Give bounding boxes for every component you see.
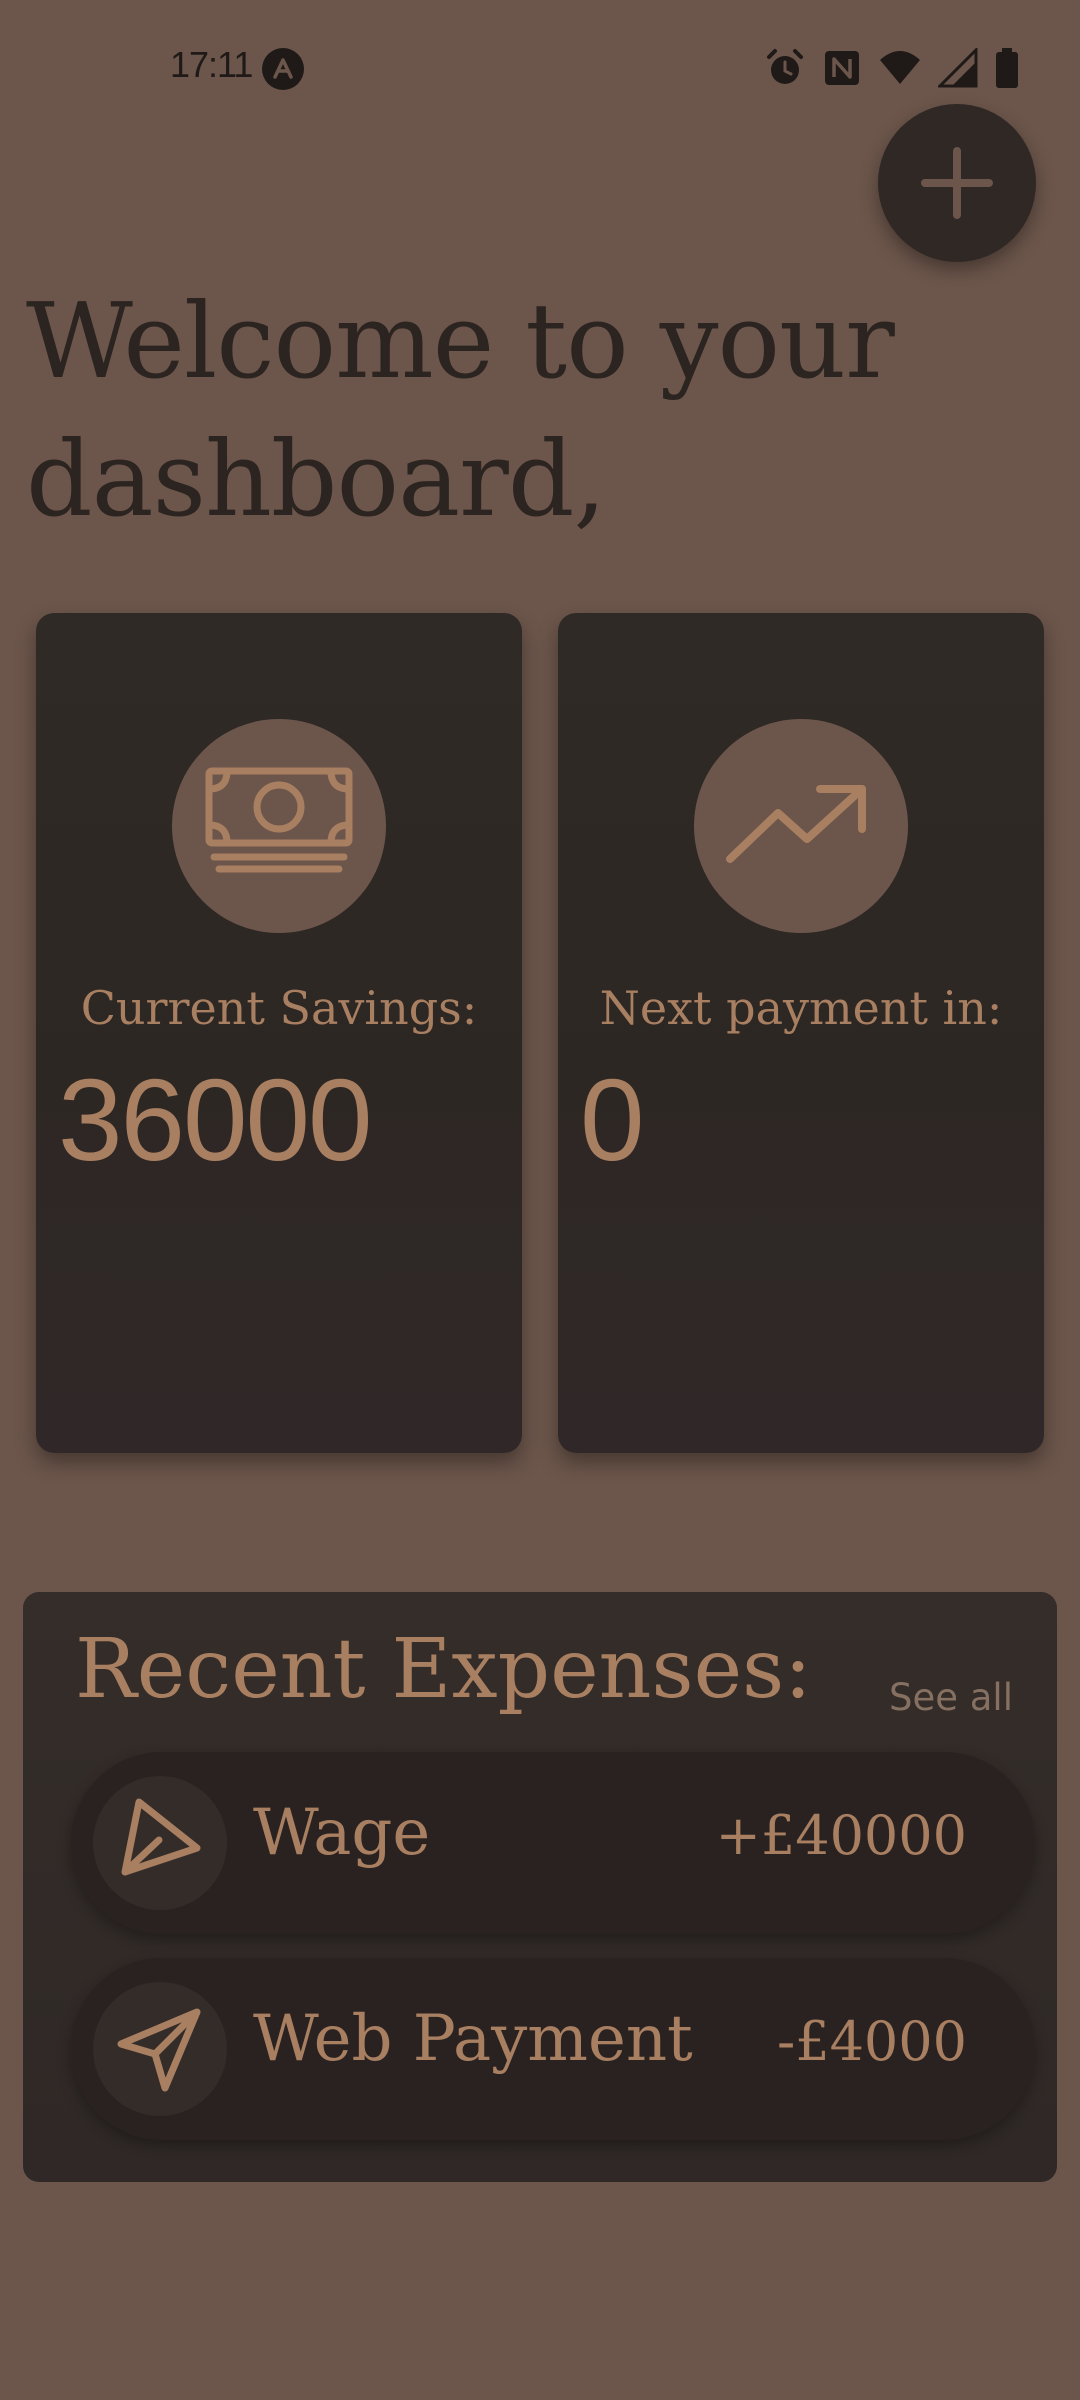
page-title: Welcome to your dashboard, xyxy=(26,280,895,540)
nfc-icon xyxy=(822,48,862,88)
expense-amount: +£40000 xyxy=(715,1804,967,1867)
cash-icon xyxy=(172,719,386,933)
add-button[interactable] xyxy=(878,104,1036,262)
savings-value: 36000 xyxy=(58,1055,373,1185)
status-time: 17:11 xyxy=(170,44,253,85)
wifi-icon xyxy=(878,48,922,88)
status-icons xyxy=(764,46,1020,90)
next-payment-value: 0 xyxy=(580,1055,645,1185)
send-icon xyxy=(93,1982,227,2116)
recent-expenses-panel: Recent Expenses: See all Wage +£40000 We… xyxy=(23,1592,1057,2182)
savings-label: Current Savings: xyxy=(80,981,478,1035)
plus-icon xyxy=(921,147,993,219)
expense-amount: -£4000 xyxy=(776,2010,967,2073)
expense-item[interactable]: Wage +£40000 xyxy=(71,1752,1035,1934)
savings-card[interactable]: Current Savings: 36000 xyxy=(36,613,522,1453)
next-payment-label: Next payment in: xyxy=(599,981,1003,1035)
see-all-link[interactable]: See all xyxy=(889,1676,1013,1719)
cell-signal-icon xyxy=(938,48,978,88)
send-outline-icon xyxy=(93,1776,227,1910)
recent-expenses-title: Recent Expenses: xyxy=(75,1622,812,1717)
trending-up-icon xyxy=(694,719,908,933)
next-payment-card[interactable]: Next payment in: 0 xyxy=(558,613,1044,1453)
expense-item[interactable]: Web Payment -£4000 xyxy=(71,1958,1035,2140)
app-notification-icon xyxy=(262,48,304,90)
alarm-icon xyxy=(764,47,806,89)
expense-name: Web Payment xyxy=(253,2002,693,2076)
expense-name: Wage xyxy=(253,1796,431,1870)
battery-icon xyxy=(994,47,1020,89)
